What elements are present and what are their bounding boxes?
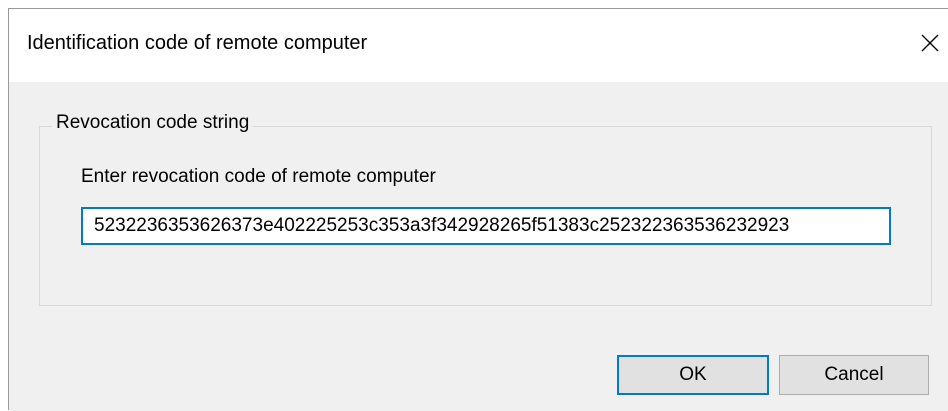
- groupbox-legend: Revocation code string: [52, 112, 254, 134]
- window-title: Identification code of remote computer: [27, 32, 368, 54]
- ok-button[interactable]: OK: [617, 355, 769, 395]
- revocation-code-input[interactable]: [81, 207, 891, 245]
- close-button[interactable]: [914, 25, 946, 61]
- identification-code-dialog: Identification code of remote computer R…: [8, 8, 948, 411]
- dialog-client-area: Revocation code string Enter revocation …: [9, 82, 948, 411]
- cancel-button[interactable]: Cancel: [779, 355, 929, 395]
- close-icon: [921, 34, 939, 52]
- title-bar: Identification code of remote computer: [9, 9, 948, 82]
- revocation-code-prompt: Enter revocation code of remote computer: [81, 166, 436, 187]
